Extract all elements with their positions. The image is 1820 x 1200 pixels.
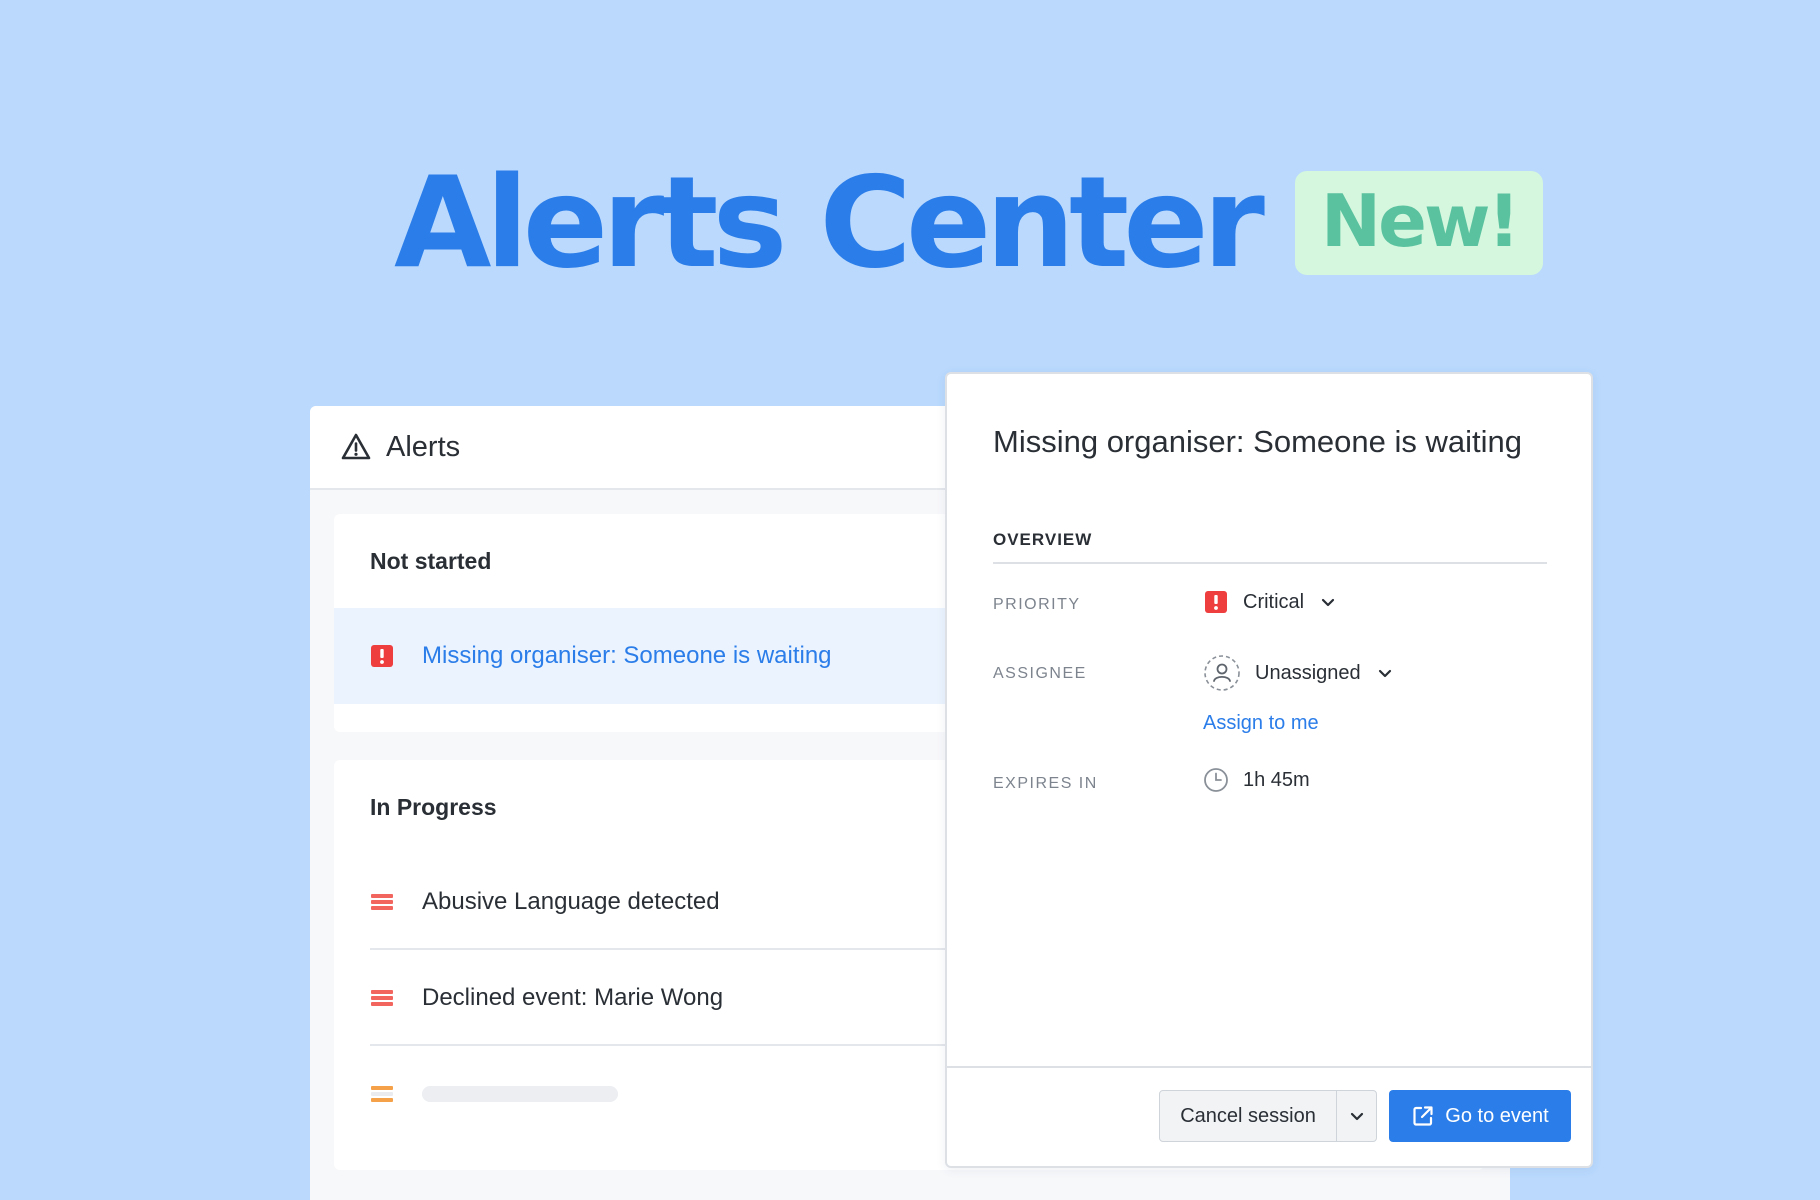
assignee-value: Unassigned [1255,661,1361,684]
hero: Alerts Center New! [394,149,1544,296]
clock-icon [1203,767,1229,793]
alert-label: Missing organiser: Someone is waiting [422,642,832,669]
cancel-session-split-button: Cancel session [1159,1090,1377,1142]
alert-label: Declined event: Marie Wong [422,984,724,1011]
assignee-dropdown[interactable]: Unassigned [1203,654,1393,692]
priority-dropdown[interactable]: Critical [1203,589,1336,615]
chevron-down-icon [1349,1108,1365,1124]
priority-medium-bars-icon [370,1082,394,1106]
chevron-down-icon [1377,665,1393,681]
user-placeholder-icon [1203,654,1241,692]
go-to-event-label: Go to event [1445,1104,1549,1127]
alert-detail-panel: Missing organiser: Someone is waiting OV… [945,372,1593,1168]
critical-exclamation-icon [1203,589,1229,615]
loading-skeleton [422,1086,618,1102]
assign-to-me-link[interactable]: Assign to me [1203,712,1319,735]
warning-triangle-icon [340,431,372,463]
priority-high-bars-icon [370,890,394,914]
cancel-session-button[interactable]: Cancel session [1160,1091,1336,1141]
detail-footer: Cancel session Go to event [947,1066,1591,1166]
go-to-event-button[interactable]: Go to event [1389,1090,1571,1142]
external-link-icon [1411,1104,1435,1128]
priority-high-bars-icon [370,986,394,1010]
assignee-label: ASSIGNEE [993,665,1087,682]
overview-section-label: OVERVIEW [993,530,1093,549]
priority-label: PRIORITY [993,596,1081,613]
overview-divider [993,562,1547,564]
alerts-title: Alerts [386,430,461,463]
chevron-down-icon [1320,594,1336,610]
detail-title: Missing organiser: Someone is waiting [993,424,1522,459]
cancel-session-menu-button[interactable] [1336,1091,1376,1141]
expires-label: EXPIRES IN [993,775,1098,792]
critical-exclamation-icon [370,644,394,668]
expires-value: 1h 45m [1243,768,1310,791]
expires-value-row: 1h 45m [1203,767,1310,793]
new-badge: New! [1294,171,1544,275]
hero-title: Alerts Center [394,149,1265,296]
priority-value: Critical [1243,590,1305,613]
alert-label: Abusive Language detected [422,888,720,915]
